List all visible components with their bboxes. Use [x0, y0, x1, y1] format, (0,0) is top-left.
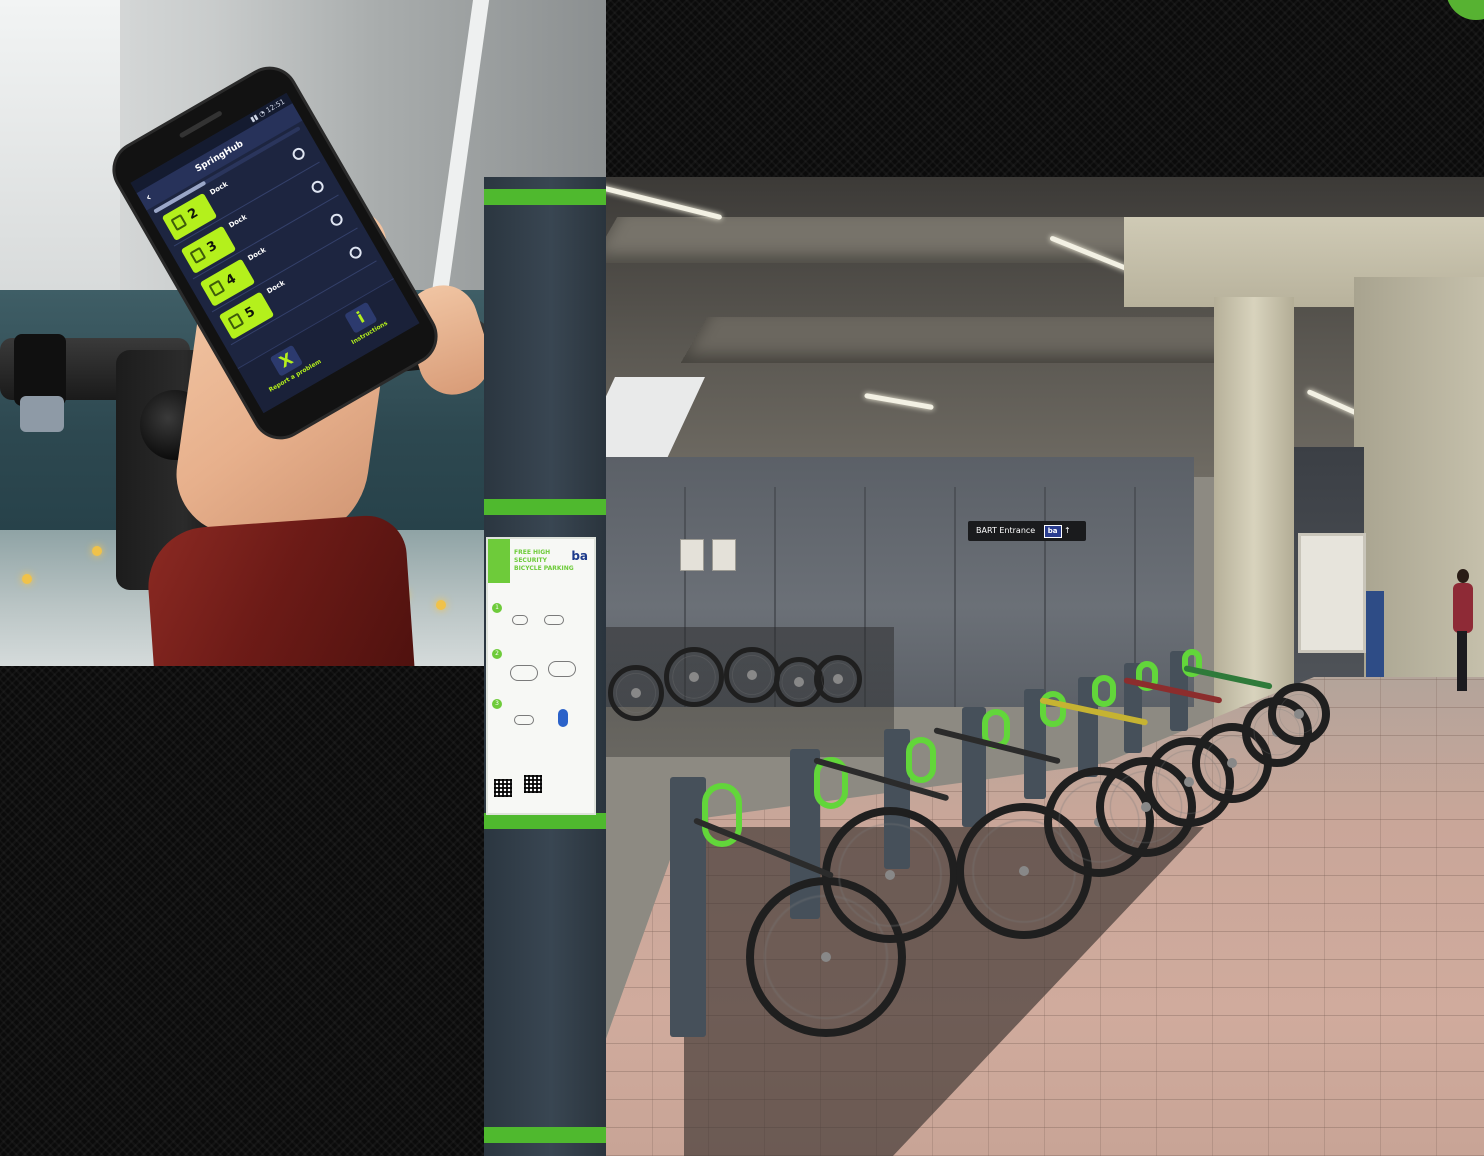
pedestrian	[1451, 569, 1475, 699]
green-rack-loop	[906, 737, 936, 783]
green-rack-loop	[1092, 675, 1116, 707]
bike-wheel	[1268, 683, 1330, 745]
bart-entrance-sign: BART Entrance ba ↑	[968, 521, 1086, 541]
card-icon	[514, 715, 534, 725]
bicycle-icon	[548, 661, 576, 677]
kiosk-green-stripe	[484, 189, 606, 205]
poster-step-number: 2	[492, 649, 502, 659]
station-info-poster: FREE HIGH SECURITY BICYCLE PARKING ba 1 …	[486, 537, 596, 815]
bike-station-kiosk: FREE HIGH SECURITY BICYCLE PARKING ba 1 …	[484, 177, 606, 1156]
pedestrian-body	[1453, 583, 1473, 633]
dock-number: 4	[223, 271, 239, 289]
handlebar-badge	[20, 396, 64, 432]
dock-radio-button[interactable]	[309, 178, 326, 196]
lock-icon	[189, 246, 207, 265]
poster-bart-logo: ba	[571, 549, 588, 563]
qr-code	[524, 775, 542, 793]
dock-label: Dock	[208, 180, 230, 197]
dock-label: Dock	[227, 212, 249, 230]
back-arrow-icon[interactable]: ‹	[142, 188, 156, 208]
tap-card-icon	[558, 709, 568, 727]
dock-radio-button[interactable]	[347, 244, 364, 261]
bike-station-photo: BART Entrance ba ↑ FREE HIGH SECURITY BI…	[484, 177, 1484, 1156]
report-problem-button[interactable]: X Report a problem	[246, 331, 336, 407]
people-icon	[544, 615, 564, 625]
lock-icon	[208, 279, 226, 297]
rack-stand	[670, 777, 706, 1037]
bart-sign-text: BART Entrance	[976, 526, 1036, 535]
dock-number: 2	[185, 205, 201, 223]
phone-icon	[512, 615, 528, 625]
green-rack-loop	[1040, 691, 1066, 727]
arrow-up-icon: ↑	[1064, 526, 1071, 535]
pedestrian-legs	[1457, 631, 1467, 691]
kiosk-green-stripe	[484, 499, 606, 515]
info-board	[1298, 533, 1366, 653]
instructions-button[interactable]: i Instructions	[321, 288, 411, 364]
dock-label: Dock	[265, 278, 287, 296]
poster-title: FREE HIGH SECURITY BICYCLE PARKING	[514, 549, 574, 572]
background-wall	[0, 0, 120, 300]
panel-seam	[1044, 487, 1046, 707]
bike-wheel	[724, 647, 780, 703]
red-sleeve	[144, 513, 416, 666]
bike-wheel	[822, 807, 958, 943]
kiosk-green-stripe	[484, 1127, 606, 1143]
green-corner-badge	[1446, 0, 1484, 20]
dock-number: 3	[204, 238, 220, 256]
bike-wheel	[608, 665, 664, 721]
bicycle-icon	[510, 665, 538, 681]
dock-radio-button[interactable]	[290, 145, 307, 163]
pedestrian-head	[1457, 569, 1469, 583]
poster-step-number: 1	[492, 603, 502, 613]
background-pole	[428, 0, 492, 320]
poster-green-band	[488, 539, 510, 583]
bart-logo: ba	[1043, 525, 1062, 538]
poster-step-number: 3	[492, 699, 502, 709]
lock-icon	[227, 312, 245, 330]
light-dot	[436, 600, 446, 610]
bike-wheel	[664, 647, 724, 707]
kiosk-green-stripe	[484, 813, 606, 829]
bike-wheel	[814, 655, 862, 703]
light-dot	[92, 546, 102, 556]
dock-radio-button[interactable]	[328, 211, 345, 228]
wall-notice	[680, 539, 704, 571]
ceiling-light	[864, 392, 934, 411]
dock-number: 5	[242, 304, 258, 322]
panel-seam	[954, 487, 956, 707]
dock-label: Dock	[246, 245, 268, 263]
qr-code	[494, 779, 512, 797]
ceiling-beam	[680, 317, 1268, 363]
light-dot	[22, 574, 32, 584]
wall-notice	[712, 539, 736, 571]
lock-icon	[170, 213, 188, 232]
